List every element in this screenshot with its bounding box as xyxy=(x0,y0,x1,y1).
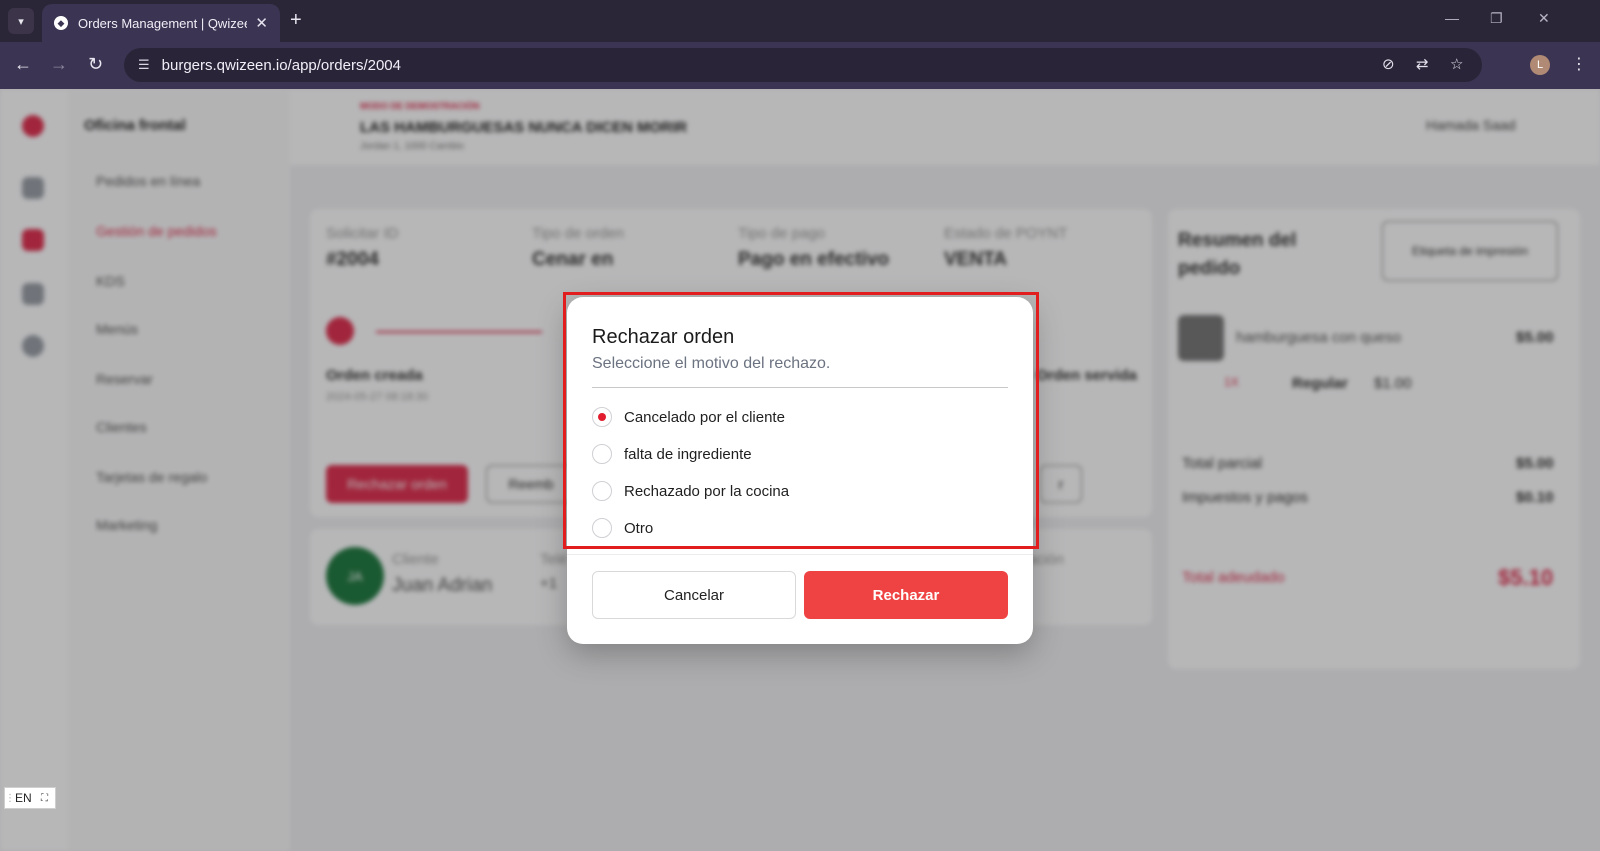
star-icon[interactable]: ☆ xyxy=(1450,55,1463,73)
radio-button[interactable] xyxy=(592,518,612,538)
language-badge[interactable]: ⋮ EN ⛶ xyxy=(4,787,56,809)
tab-search-icon[interactable]: ▾ xyxy=(8,8,34,34)
window-close-icon[interactable]: ✕ xyxy=(1538,10,1550,27)
back-icon[interactable]: ← xyxy=(14,53,32,75)
reason-label: Rechazado por la cocina xyxy=(624,482,790,500)
reason-option-rejected-by-kitchen[interactable]: Rechazado por la cocina xyxy=(592,479,789,503)
modal-subtitle: Seleccione el motivo del rechazo. xyxy=(592,355,831,372)
close-icon[interactable]: ✕ xyxy=(255,14,268,32)
tab-title: Orders Management | Qwizeen xyxy=(78,15,248,31)
cancel-button[interactable]: Cancelar xyxy=(592,571,796,619)
translate-icon[interactable]: ⇄ xyxy=(1416,55,1429,73)
reason-option-other[interactable]: Otro xyxy=(592,516,653,540)
eye-off-icon[interactable]: ⊘ xyxy=(1382,55,1395,73)
modal-divider xyxy=(592,387,1008,388)
reason-option-cancelled-by-customer[interactable]: Cancelado por el cliente xyxy=(592,405,785,429)
new-tab-icon[interactable]: + xyxy=(290,9,302,31)
forward-icon[interactable]: → xyxy=(50,53,68,75)
address-bar[interactable]: ☰ burgers.qwizeen.io/app/orders/2004 ⊘ ⇄… xyxy=(124,48,1482,82)
browser-tab-bar: ▾ ◆ Orders Management | Qwizeen ✕ + — ❐ … xyxy=(0,0,1600,42)
profile-avatar[interactable]: L xyxy=(1530,55,1550,75)
radio-button[interactable] xyxy=(592,407,612,427)
browser-tab[interactable]: ◆ Orders Management | Qwizeen ✕ xyxy=(42,4,280,42)
favicon-icon: ◆ xyxy=(54,16,68,30)
reason-label: falta de ingrediente xyxy=(624,445,752,463)
drag-handle-icon[interactable]: ⋮ xyxy=(5,793,15,804)
radio-button[interactable] xyxy=(592,481,612,501)
reason-label: Otro xyxy=(624,519,654,537)
radio-button[interactable] xyxy=(592,444,612,464)
reload-icon[interactable]: ↻ xyxy=(88,53,103,75)
modal-footer-divider xyxy=(567,554,1033,555)
modal-title: Rechazar orden xyxy=(592,326,735,348)
restore-icon[interactable]: ❐ xyxy=(1490,10,1503,27)
expand-icon[interactable]: ⛶ xyxy=(41,793,55,804)
reason-label: Cancelado por el cliente xyxy=(624,408,785,426)
browser-toolbar: ← → ↻ ☰ burgers.qwizeen.io/app/orders/20… xyxy=(0,42,1600,89)
kebab-menu-icon[interactable]: ⋮ xyxy=(1571,54,1587,74)
reject-order-modal: Rechazar orden Seleccione el motivo del … xyxy=(567,297,1033,644)
language-code: EN xyxy=(15,791,32,805)
url-text[interactable]: burgers.qwizeen.io/app/orders/2004 xyxy=(162,57,401,74)
reason-option-missing-ingredient[interactable]: falta de ingrediente xyxy=(592,442,752,466)
site-info-icon[interactable]: ☰ xyxy=(138,57,150,73)
minimize-icon[interactable]: — xyxy=(1445,10,1459,26)
app-viewport: Oficina frontal Pedidos en línea Gestión… xyxy=(0,89,1600,851)
reject-button[interactable]: Rechazar xyxy=(804,571,1008,619)
